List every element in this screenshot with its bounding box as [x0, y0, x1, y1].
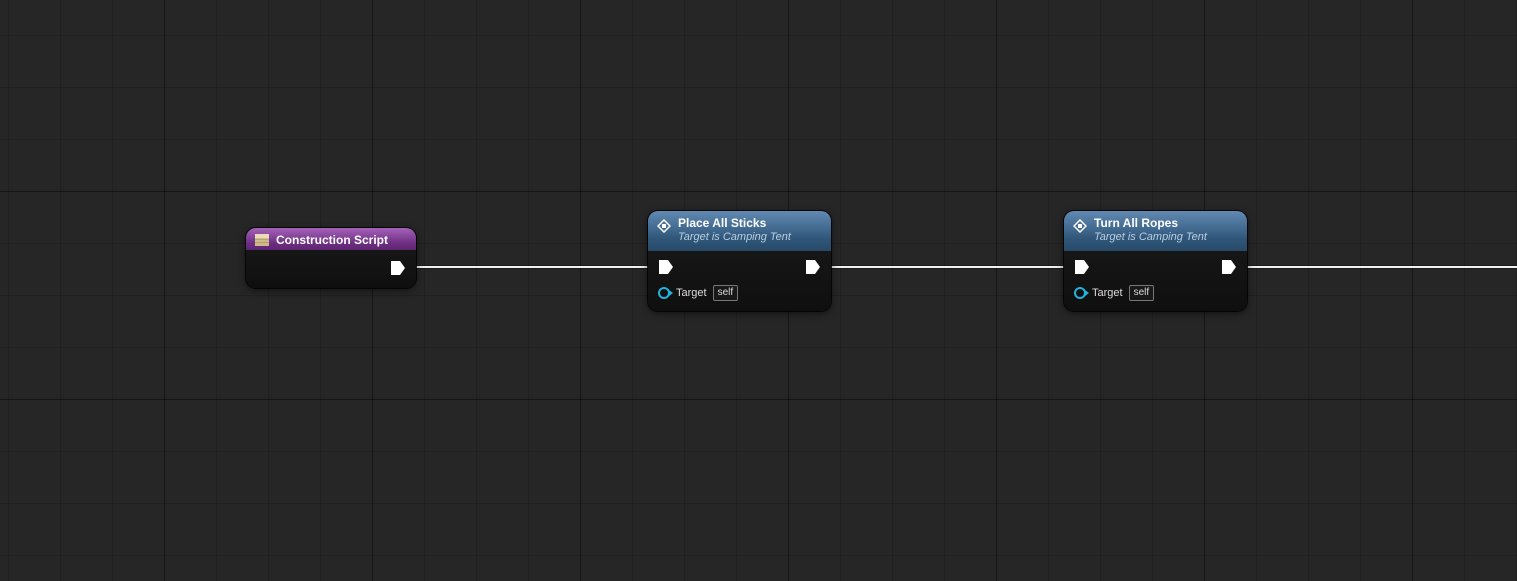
function-icon	[1072, 218, 1088, 234]
exec-output-pin[interactable]	[805, 259, 821, 275]
node-header[interactable]: Construction Script	[246, 228, 416, 250]
node-header[interactable]: Place All Sticks Target is Camping Tent	[648, 211, 831, 251]
object-input-pin[interactable]	[658, 287, 670, 299]
pin-default-value[interactable]: self	[1129, 285, 1155, 301]
script-icon	[254, 232, 270, 248]
pin-label: Target	[1092, 287, 1123, 299]
node-subtitle: Target is Camping Tent	[1094, 231, 1207, 244]
node-title: Turn All Ropes	[1094, 217, 1207, 231]
node-subtitle: Target is Camping Tent	[678, 231, 791, 244]
object-input-pin[interactable]	[1074, 287, 1086, 299]
target-input-row: Target self	[1074, 285, 1154, 301]
exec-output-pin[interactable]	[390, 260, 406, 276]
node-title: Construction Script	[276, 233, 388, 247]
pin-default-value[interactable]: self	[713, 285, 739, 301]
node-turn-all-ropes[interactable]: Turn All Ropes Target is Camping Tent Ta…	[1064, 211, 1247, 311]
exec-output-pin[interactable]	[1221, 259, 1237, 275]
function-icon	[656, 218, 672, 234]
exec-input-pin[interactable]	[1074, 259, 1090, 275]
node-title: Place All Sticks	[678, 217, 791, 231]
node-construction-script[interactable]: Construction Script	[246, 228, 416, 288]
node-header[interactable]: Turn All Ropes Target is Camping Tent	[1064, 211, 1247, 251]
node-place-all-sticks[interactable]: Place All Sticks Target is Camping Tent …	[648, 211, 831, 311]
target-input-row: Target self	[658, 285, 738, 301]
pin-label: Target	[676, 287, 707, 299]
exec-input-pin[interactable]	[658, 259, 674, 275]
